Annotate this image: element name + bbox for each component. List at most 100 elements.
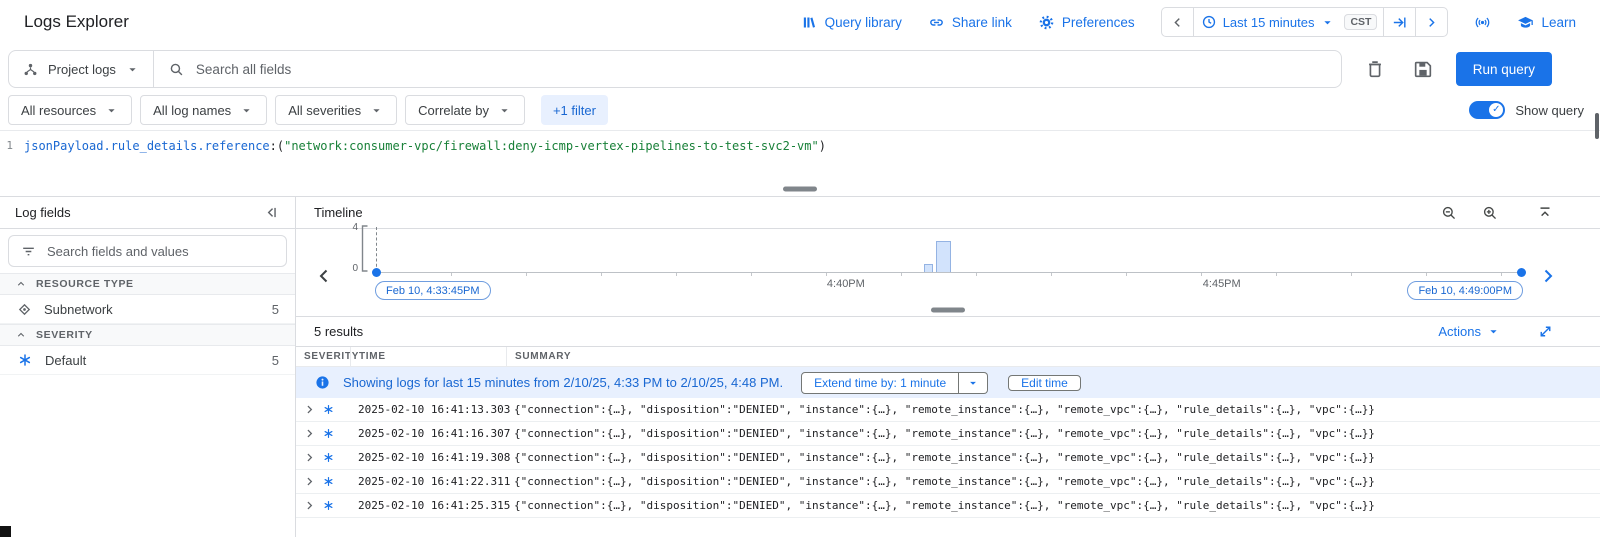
- learn-icon: [1517, 14, 1534, 31]
- expand-row-icon[interactable]: [302, 402, 317, 417]
- learn-label: Learn: [1541, 15, 1576, 30]
- log-row[interactable]: 2025-02-10 16:41:13.303 {"connection":{……: [296, 398, 1600, 422]
- range-end-handle[interactable]: [1517, 268, 1526, 277]
- drag-handle[interactable]: [931, 307, 965, 312]
- expand-row-icon[interactable]: [302, 426, 317, 441]
- log-scope-button[interactable]: Project logs: [9, 51, 154, 87]
- row-severity-cell: [296, 426, 350, 441]
- log-summary: {"connection":{…}, "disposition":"DENIED…: [506, 427, 1600, 440]
- fields-search-input[interactable]: [47, 244, 275, 259]
- timeline-splitter: [296, 303, 1600, 317]
- query-open: :(: [270, 139, 284, 153]
- log-fields-header: Log fields: [0, 197, 295, 229]
- share-link-label: Share link: [952, 15, 1012, 30]
- share-link-button[interactable]: Share link: [928, 14, 1012, 31]
- query-editor[interactable]: 1 jsonPayload.rule_details.reference:("n…: [0, 130, 1600, 182]
- query-library-button[interactable]: Query library: [801, 14, 902, 31]
- search-icon: [168, 61, 185, 78]
- range-start-chip[interactable]: Feb 10, 4:33:45PM: [375, 281, 491, 300]
- log-summary: {"connection":{…}, "disposition":"DENIED…: [506, 403, 1600, 416]
- log-timestamp: 2025-02-10 16:41:25.315: [350, 499, 506, 512]
- collapse-panel-icon[interactable]: [263, 204, 280, 221]
- field-item-default-severity[interactable]: Default 5: [0, 346, 295, 375]
- clear-query-icon[interactable]: [1364, 58, 1386, 80]
- show-query-toggle[interactable]: ✓: [1469, 101, 1505, 119]
- zoom-in-icon[interactable]: [1481, 204, 1499, 222]
- severities-label: All severities: [288, 103, 361, 118]
- results-count: 5 results: [314, 324, 363, 339]
- logs-explorer-app: Logs Explorer Query library Share link P…: [0, 0, 1600, 537]
- extend-time-caret-button[interactable]: [959, 372, 988, 394]
- jump-to-now-button[interactable]: [1384, 8, 1415, 36]
- expand-results-icon[interactable]: [1537, 323, 1554, 340]
- info-banner-text: Showing logs for last 15 minutes from 2/…: [343, 375, 783, 390]
- editor-splitter: [0, 182, 1600, 197]
- resources-dropdown[interactable]: All resources: [8, 95, 132, 125]
- query-editor-line: 1 jsonPayload.rule_details.reference:("n…: [0, 138, 1600, 154]
- timeline-body: 4 0 Feb 10, 4:33:45PM Feb 10, 4:49:00PM …: [296, 229, 1600, 303]
- extend-time-button[interactable]: Extend time by: 1 minute: [801, 372, 959, 394]
- range-start-handle[interactable]: [372, 268, 381, 277]
- severity-default-icon: [323, 404, 334, 415]
- severity-default-icon: [323, 428, 334, 439]
- chevron-down-icon: [1486, 324, 1501, 339]
- zoom-out-icon[interactable]: [1440, 204, 1458, 222]
- expand-row-icon[interactable]: [302, 474, 317, 489]
- page-title: Logs Explorer: [24, 12, 129, 32]
- actions-dropdown[interactable]: Actions: [1438, 324, 1501, 339]
- search-input[interactable]: [196, 62, 1327, 77]
- log-row[interactable]: 2025-02-10 16:41:22.311 {"connection":{……: [296, 470, 1600, 494]
- range-end-chip[interactable]: Feb 10, 4:49:00PM: [1407, 281, 1523, 300]
- expand-row-icon[interactable]: [302, 498, 317, 513]
- expand-row-icon[interactable]: [302, 450, 317, 465]
- timeline-plot[interactable]: 4 0 Feb 10, 4:33:45PM Feb 10, 4:49:00PM …: [376, 234, 1522, 272]
- timeline-toolbar: [1440, 204, 1582, 222]
- timeline-pan-left-icon[interactable]: [312, 264, 336, 288]
- y-max-label: 4: [352, 222, 358, 233]
- severities-dropdown[interactable]: All severities: [275, 95, 397, 125]
- share-link-icon: [928, 14, 945, 31]
- time-prev-button[interactable]: [1162, 8, 1193, 36]
- timeline-bar: [924, 264, 933, 272]
- severity-default-icon: [18, 353, 32, 367]
- log-row[interactable]: 2025-02-10 16:41:25.315 {"connection":{……: [296, 494, 1600, 518]
- extra-filter-chip[interactable]: +1 filter: [541, 95, 608, 125]
- drag-handle[interactable]: [783, 187, 817, 192]
- results-header: 5 results Actions: [296, 317, 1600, 347]
- log-row[interactable]: 2025-02-10 16:41:19.308 {"connection":{……: [296, 446, 1600, 470]
- search-all-fields: [154, 61, 1341, 78]
- time-axis-line: [376, 272, 1522, 273]
- scrollbar-thumb[interactable]: [1595, 113, 1599, 139]
- severity-section-header[interactable]: SEVERITY: [0, 324, 295, 346]
- log-row[interactable]: 2025-02-10 16:41:16.307 {"connection":{……: [296, 422, 1600, 446]
- time-range-dropdown[interactable]: Last 15 minutes: [1194, 8, 1343, 36]
- show-query-control: ✓ Show query: [1469, 101, 1584, 119]
- results-table-header: SEVERITY TIME SUMMARY: [296, 347, 1600, 367]
- line-number: 1: [0, 138, 24, 154]
- time-next-button[interactable]: [1416, 8, 1447, 36]
- log-timestamp: 2025-02-10 16:41:16.307: [350, 427, 506, 440]
- resource-type-section-label: RESOURCE TYPE: [36, 278, 134, 290]
- log-scope-label: Project logs: [48, 62, 116, 77]
- collapse-timeline-icon[interactable]: [1536, 204, 1554, 222]
- timeline-pan-right-icon[interactable]: [1536, 264, 1560, 288]
- edit-time-button[interactable]: Edit time: [1008, 375, 1081, 391]
- run-query-button[interactable]: Run query: [1456, 52, 1552, 86]
- resource-type-section-header[interactable]: RESOURCE TYPE: [0, 273, 295, 295]
- timeline-header: Timeline: [296, 197, 1600, 229]
- learn-button[interactable]: Learn: [1517, 14, 1576, 31]
- range-start-line: [376, 227, 377, 272]
- correlate-by-dropdown[interactable]: Correlate by: [405, 95, 525, 125]
- log-summary: {"connection":{…}, "disposition":"DENIED…: [506, 475, 1600, 488]
- stream-logs-button[interactable]: [1474, 14, 1491, 31]
- query-library-icon: [801, 14, 818, 31]
- save-query-icon[interactable]: [1412, 58, 1434, 80]
- chevron-up-icon: [15, 278, 27, 290]
- log-names-dropdown[interactable]: All log names: [140, 95, 267, 125]
- clock-icon: [1201, 14, 1217, 30]
- query-text: jsonPayload.rule_details.reference:("net…: [24, 138, 826, 154]
- field-item-subnetwork[interactable]: Subnetwork 5: [0, 295, 295, 324]
- row-severity-cell: [296, 498, 350, 513]
- chevron-down-icon: [1320, 15, 1335, 30]
- preferences-button[interactable]: Preferences: [1038, 14, 1135, 31]
